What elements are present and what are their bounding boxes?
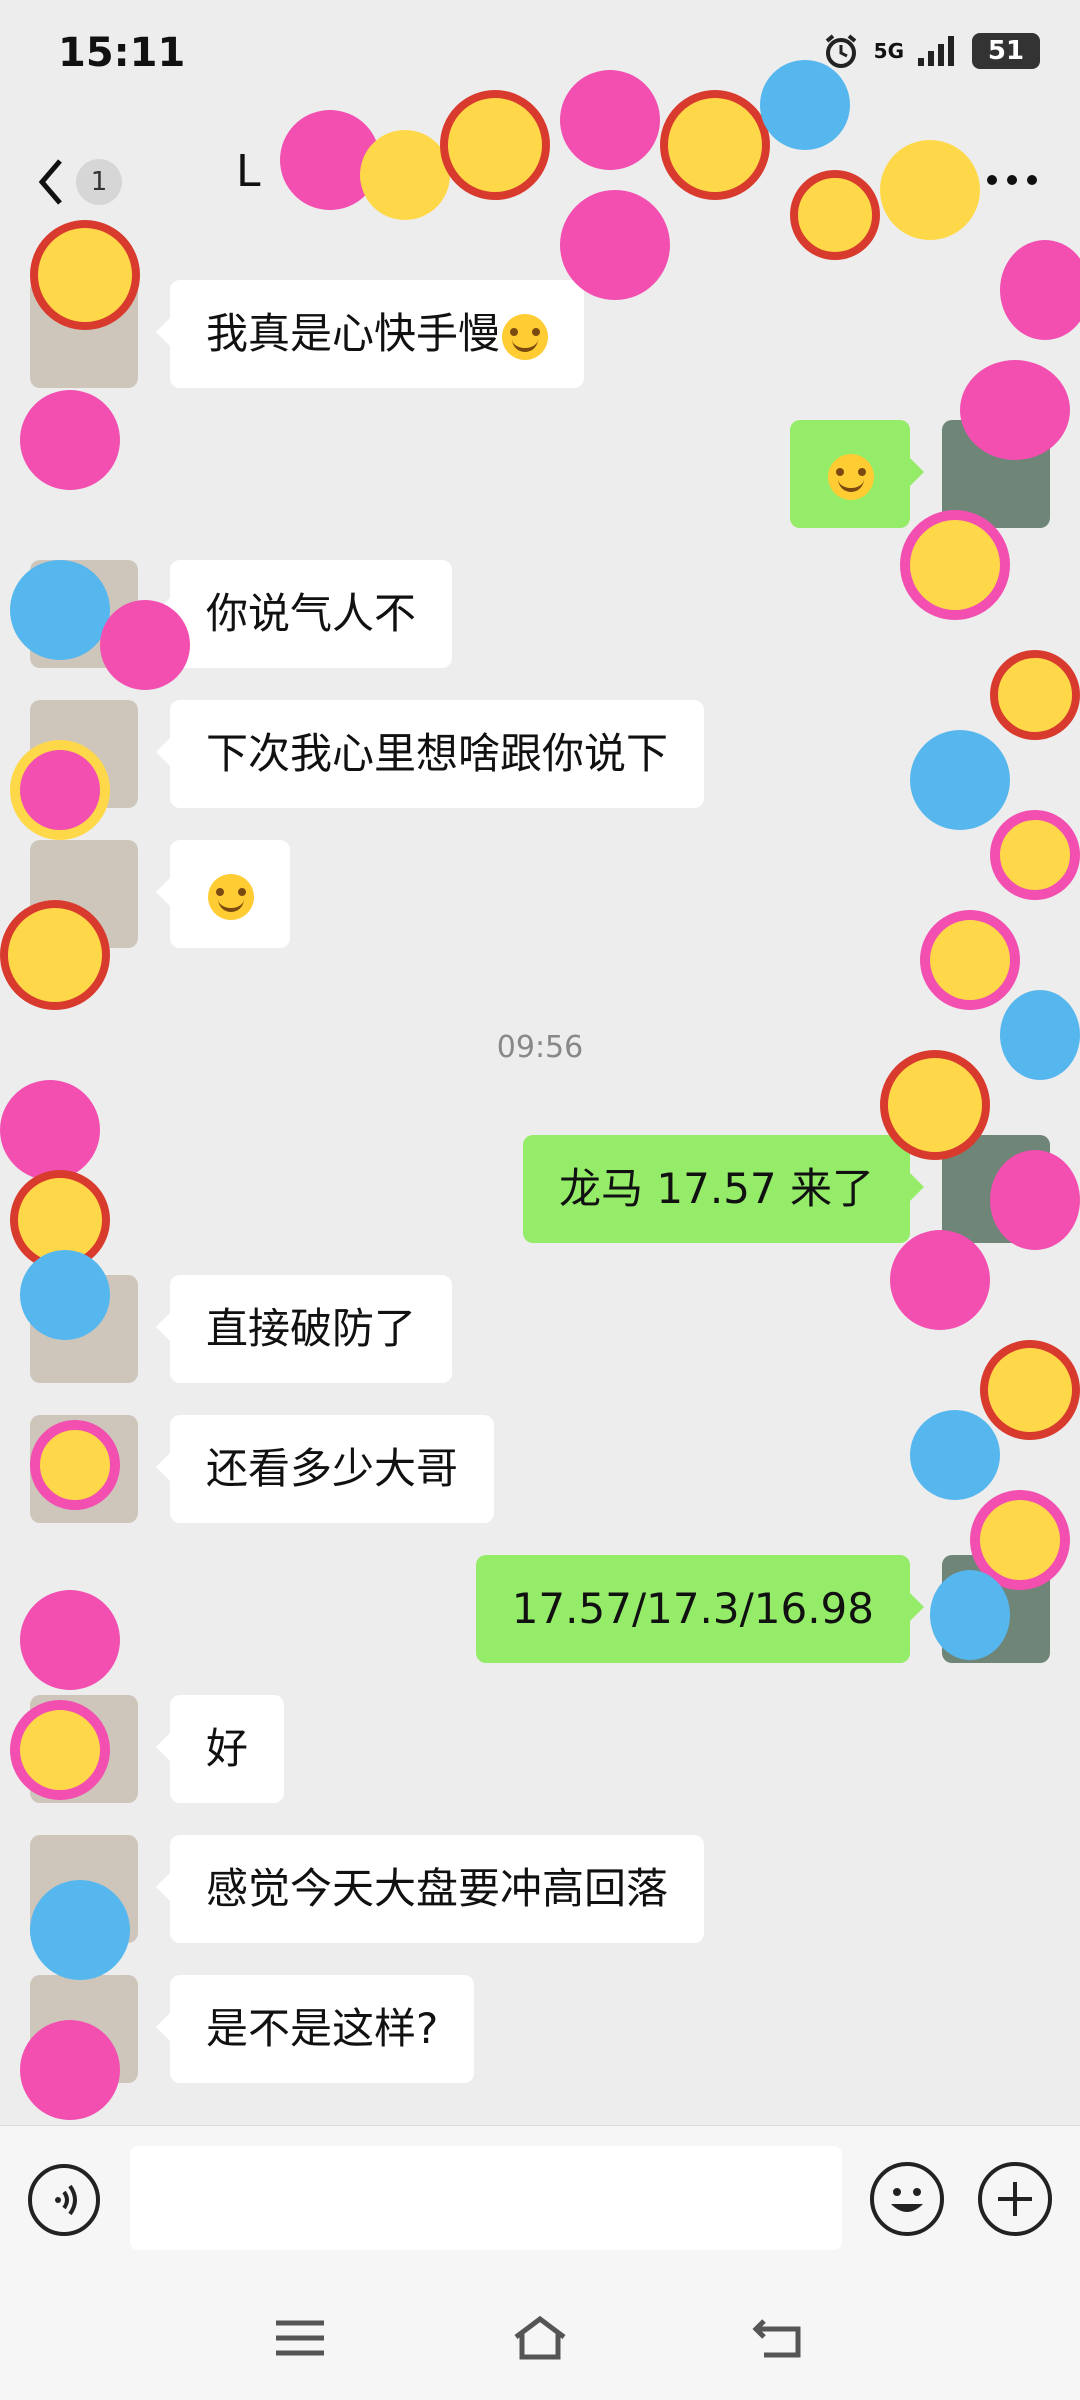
avatar[interactable] bbox=[30, 560, 138, 668]
avatar[interactable] bbox=[30, 1275, 138, 1383]
avatar[interactable] bbox=[942, 1135, 1050, 1243]
message-row: 好 bbox=[30, 1695, 1030, 1803]
message-row bbox=[30, 840, 1030, 948]
avatar[interactable] bbox=[30, 840, 138, 948]
message-bubble[interactable]: 感觉今天大盘要冲高回落 bbox=[155, 1835, 705, 1943]
message-bubble[interactable] bbox=[156, 840, 290, 948]
chevron-left-icon bbox=[38, 159, 62, 205]
laughing-crying-emoji-icon bbox=[502, 313, 549, 360]
status-bar: 15:11 5G 51 bbox=[0, 0, 1080, 110]
battery-indicator: 51 bbox=[972, 33, 1040, 69]
message-row: 我真是心快手慢 bbox=[30, 280, 1030, 388]
laughing-crying-emoji-icon bbox=[828, 453, 874, 500]
status-time: 15:11 bbox=[58, 30, 186, 76]
emoji-button[interactable] bbox=[870, 2162, 944, 2236]
network-type: 5G bbox=[873, 39, 904, 63]
message-row: 17.57/17.3/16.98 bbox=[50, 1555, 1050, 1663]
chat-header: 1 L bbox=[0, 110, 1080, 245]
unread-count-badge: 1 bbox=[76, 159, 122, 205]
message-row: 龙马 17.57 来了 bbox=[50, 1135, 1050, 1243]
home-icon[interactable] bbox=[510, 2313, 570, 2363]
message-bubble[interactable]: 你说气人不 bbox=[155, 560, 453, 668]
back-gesture-icon[interactable] bbox=[750, 2313, 810, 2363]
menu-icon[interactable] bbox=[270, 2313, 330, 2363]
message-text-input[interactable] bbox=[130, 2146, 842, 2250]
avatar[interactable] bbox=[30, 1695, 138, 1803]
avatar[interactable] bbox=[942, 420, 1050, 528]
message-row: 下次我心里想啥跟你说下 bbox=[30, 700, 1030, 808]
message-bubble[interactable]: 龙马 17.57 来了 bbox=[523, 1135, 924, 1243]
message-row: 你说气人不 bbox=[30, 560, 1030, 668]
message-list: 我真是心快手慢 你说气人不 下次我心里想啥跟你说下 09:56 龙马 17.57… bbox=[0, 245, 1080, 2125]
alarm-icon bbox=[825, 34, 856, 68]
back-button[interactable]: 1 bbox=[36, 150, 146, 214]
message-row: 还看多少大哥 bbox=[30, 1415, 1030, 1523]
avatar[interactable] bbox=[30, 1835, 138, 1943]
message-row: 是不是这样? bbox=[30, 1975, 1030, 2083]
message-row: 感觉今天大盘要冲高回落 bbox=[30, 1835, 1030, 1943]
voice-input-button[interactable] bbox=[28, 2164, 100, 2236]
voice-icon bbox=[55, 2184, 77, 2216]
avatar[interactable] bbox=[30, 700, 138, 808]
message-bubble[interactable]: 还看多少大哥 bbox=[155, 1415, 495, 1523]
message-timestamp: 09:56 bbox=[496, 1030, 584, 1065]
message-bubble[interactable]: 好 bbox=[155, 1695, 285, 1803]
smiley-icon bbox=[891, 2188, 923, 2212]
system-navigation-bar bbox=[0, 2275, 1080, 2400]
plus-icon bbox=[998, 2182, 1032, 2216]
message-bubble[interactable]: 下次我心里想啥跟你说下 bbox=[155, 700, 705, 808]
message-bubble[interactable] bbox=[790, 420, 924, 528]
status-icons: 5G 51 bbox=[822, 32, 1040, 70]
chat-title: L bbox=[236, 146, 261, 197]
avatar[interactable] bbox=[30, 280, 138, 388]
avatar[interactable] bbox=[30, 1975, 138, 2083]
message-bubble[interactable]: 直接破防了 bbox=[155, 1275, 453, 1383]
message-row: 直接破防了 bbox=[30, 1275, 1030, 1383]
laughing-crying-emoji-icon bbox=[208, 873, 254, 920]
message-bubble[interactable]: 是不是这样? bbox=[155, 1975, 475, 2083]
message-row bbox=[50, 420, 1050, 528]
signal-icon bbox=[918, 36, 954, 66]
more-options-icon[interactable] bbox=[982, 160, 1042, 200]
message-bubble[interactable]: 17.57/17.3/16.98 bbox=[475, 1555, 925, 1663]
more-attachments-button[interactable] bbox=[978, 2162, 1052, 2236]
message-input-bar bbox=[0, 2125, 1080, 2276]
avatar[interactable] bbox=[30, 1415, 138, 1523]
message-bubble[interactable]: 我真是心快手慢 bbox=[155, 280, 585, 388]
avatar[interactable] bbox=[942, 1555, 1050, 1663]
